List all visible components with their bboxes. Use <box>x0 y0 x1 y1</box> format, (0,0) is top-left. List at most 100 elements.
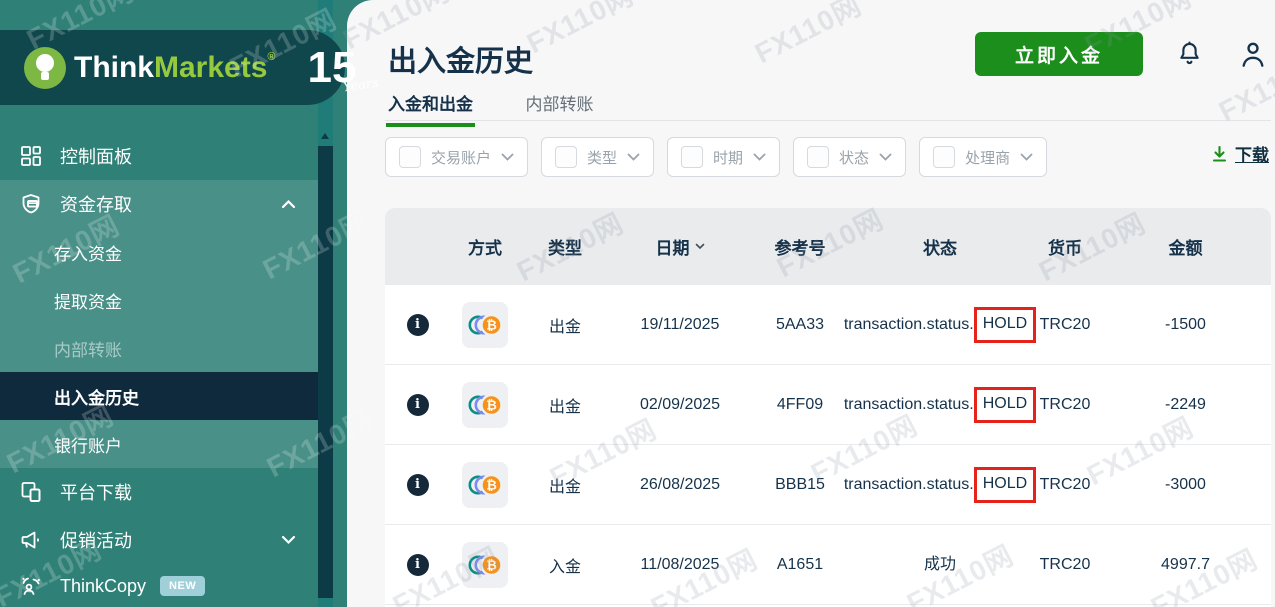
sidebar-item-thinkcopy[interactable]: ThinkCopy NEW <box>0 564 318 607</box>
sidebar-item-internal-transfer[interactable]: 内部转账 <box>0 324 318 372</box>
checkbox[interactable] <box>933 146 955 168</box>
row-ref: 4FF09 <box>750 396 850 414</box>
transactions-table: 方式 类型 日期 参考号 状态 货币 金额 i <box>385 208 1271 607</box>
brand-markets: Markets <box>154 51 267 84</box>
funds-group: 资金存取 存入资金 提取资金 内部转账 出入金历史 银行账户 <box>0 180 318 468</box>
row-ref: A1651 <box>750 556 850 574</box>
checkbox[interactable] <box>399 146 421 168</box>
brand-think: Think <box>74 51 154 84</box>
sidebar-item-transaction-history[interactable]: 出入金历史 <box>0 372 318 420</box>
sidebar: ThinkMarkets® 15Years 控制面板 资金存取 存入资金 提取资… <box>0 0 390 607</box>
page-title: 出入金历史 <box>388 38 533 80</box>
sidebar-item-label: 促销活动 <box>60 527 132 553</box>
chevron-down-icon <box>627 153 640 161</box>
row-currency: TRC20 <box>1030 476 1100 494</box>
filter-processor[interactable]: 处理商 <box>919 137 1047 177</box>
row-ref: 5AA33 <box>750 316 850 334</box>
row-status: 成功 <box>850 557 1030 573</box>
lightbulb-logo-icon <box>24 47 66 89</box>
col-amount: 金额 <box>1100 234 1271 259</box>
status-value: HOLD <box>974 387 1036 423</box>
filter-period[interactable]: 时期 <box>667 137 780 177</box>
tab-internal-transfers[interactable]: 内部转账 <box>525 90 593 125</box>
chevron-down-icon <box>501 153 514 161</box>
row-amount: -2249 <box>1100 396 1271 414</box>
status-value: 成功 <box>924 557 956 573</box>
app-window: ThinkMarkets® 15Years 控制面板 资金存取 存入资金 提取资… <box>0 0 1275 607</box>
crypto-method-icon: ₿ <box>462 382 508 428</box>
crypto-method-icon: ₿ <box>462 302 508 348</box>
col-method: 方式 <box>450 234 520 259</box>
row-ref: BBB15 <box>750 476 850 494</box>
sidebar-item-funds[interactable]: 资金存取 <box>0 180 318 228</box>
table-row[interactable]: i ₿ 出金 19/11/2025 5AA33 transaction.stat… <box>385 285 1271 365</box>
info-icon[interactable]: i <box>407 554 429 576</box>
row-type: 出金 <box>520 473 610 497</box>
anniversary-badge: 15Years <box>308 46 371 90</box>
sidebar-item-bank-accounts[interactable]: 银行账户 <box>0 420 318 468</box>
row-date: 02/09/2025 <box>610 396 750 414</box>
row-currency: TRC20 <box>1030 396 1100 414</box>
sidebar-item-deposit-funds[interactable]: 存入资金 <box>0 228 318 276</box>
row-status: transaction.status.HOLD <box>850 316 1030 334</box>
row-type: 出金 <box>520 313 610 337</box>
sidebar-item-promotions[interactable]: 促销活动 <box>0 516 318 564</box>
status-value: HOLD <box>974 307 1036 343</box>
table-row[interactable]: i ₿ 入金 11/08/2025 A1651 成功 TRC20 4997.7 <box>385 525 1271 605</box>
filter-trading-account[interactable]: 交易账户 <box>385 137 528 177</box>
row-date: 11/08/2025 <box>610 556 750 574</box>
col-date[interactable]: 日期 <box>610 234 750 259</box>
download-link[interactable]: 下载 <box>1211 141 1269 166</box>
status-prefix: transaction.status. <box>844 396 974 414</box>
scroll-up-arrow-icon[interactable] <box>321 133 329 139</box>
new-badge: NEW <box>160 576 205 596</box>
sidebar-item-platform-download[interactable]: 平台下载 <box>0 468 318 516</box>
scrollbar-thumb[interactable] <box>318 146 333 598</box>
table-row[interactable]: i ₿ 出金 26/08/2025 BBB15 transaction.stat… <box>385 445 1271 525</box>
anniversary-years: Years <box>342 76 379 94</box>
main-panel: 出入金历史 立即入金 入金和出金 内部转账 交易账户 类型 <box>347 0 1275 607</box>
thinkcopy-people-icon <box>19 574 43 598</box>
chevron-down-icon <box>879 153 892 161</box>
notifications-button[interactable] <box>1176 40 1203 72</box>
filter-type[interactable]: 类型 <box>541 137 654 177</box>
row-type: 入金 <box>520 553 610 577</box>
chevron-down-icon <box>753 153 766 161</box>
sidebar-menu: 控制面板 资金存取 存入资金 提取资金 内部转账 出入金历史 银行账户 平台下载 <box>0 132 318 607</box>
tab-deposits-withdrawals[interactable]: 入金和出金 <box>388 90 473 125</box>
bell-icon <box>1176 40 1203 69</box>
chevron-up-icon <box>281 198 296 210</box>
sidebar-item-label: 平台下载 <box>60 479 132 505</box>
profile-button[interactable] <box>1238 39 1268 73</box>
row-currency: TRC20 <box>1030 556 1100 574</box>
sidebar-item-withdraw-funds[interactable]: 提取资金 <box>0 276 318 324</box>
row-amount: -1500 <box>1100 316 1271 334</box>
platform-download-icon <box>19 480 43 504</box>
megaphone-icon <box>19 528 43 552</box>
row-date: 19/11/2025 <box>610 316 750 334</box>
svg-text:₿: ₿ <box>486 478 497 493</box>
deposit-now-button[interactable]: 立即入金 <box>975 32 1143 76</box>
checkbox[interactable] <box>555 146 577 168</box>
row-amount: 4997.7 <box>1100 556 1271 574</box>
table-row[interactable]: i ₿ 出金 02/09/2025 4FF09 transaction.stat… <box>385 365 1271 445</box>
info-icon[interactable]: i <box>407 314 429 336</box>
sidebar-item-dashboard[interactable]: 控制面板 <box>0 132 318 180</box>
status-value: HOLD <box>974 467 1036 503</box>
row-status: transaction.status.HOLD <box>850 396 1030 414</box>
info-icon[interactable]: i <box>407 474 429 496</box>
checkbox[interactable] <box>807 146 829 168</box>
filter-status[interactable]: 状态 <box>793 137 906 177</box>
checkbox[interactable] <box>681 146 703 168</box>
info-icon[interactable]: i <box>407 394 429 416</box>
crypto-method-icon: ₿ <box>462 542 508 588</box>
brand-name: ThinkMarkets® <box>74 51 276 85</box>
brand-logo[interactable]: ThinkMarkets® 15Years <box>0 30 345 105</box>
sidebar-item-label: ThinkCopy <box>60 576 146 597</box>
chevron-down-icon <box>281 534 296 546</box>
row-amount: -3000 <box>1100 476 1271 494</box>
download-icon <box>1211 145 1228 163</box>
person-icon <box>1238 39 1268 70</box>
row-currency: TRC20 <box>1030 316 1100 334</box>
sidebar-item-label: 控制面板 <box>60 143 132 169</box>
